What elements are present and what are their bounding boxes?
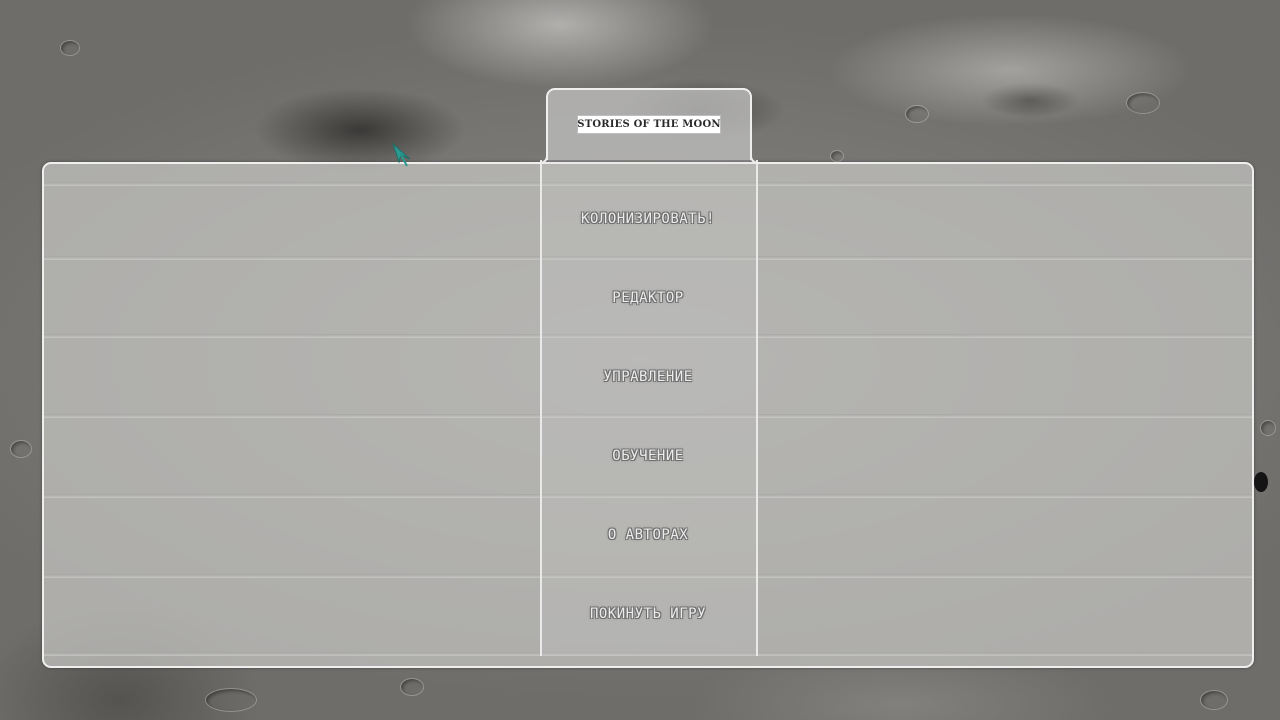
crater: [10, 440, 32, 458]
editor-button[interactable]: РЕДАКТОР: [44, 278, 1252, 318]
authors-button-label: О АВТОРАХ: [607, 527, 689, 543]
crater: [205, 688, 257, 712]
crater: [400, 678, 424, 696]
crater: [1260, 420, 1276, 436]
quit-game-button-label: ПОКИНУТЬ ИГРУ: [589, 606, 707, 622]
crater: [1126, 92, 1160, 114]
authors-button[interactable]: О АВТОРАХ: [44, 515, 1252, 555]
colonize-button[interactable]: КОЛОНИЗИРОВАТЬ!: [44, 199, 1252, 239]
cursor-icon: [391, 142, 411, 167]
dot-marker-icon: [1254, 472, 1268, 492]
crater: [830, 150, 844, 162]
crater: [1200, 690, 1228, 710]
colonize-button-label: КОЛОНИЗИРОВАТЬ!: [581, 211, 715, 227]
controls-button[interactable]: УПРАВЛЕНИЕ: [44, 357, 1252, 397]
editor-button-label: РЕДАКТОР: [612, 290, 684, 306]
tutorial-button[interactable]: ОБУЧЕНИЕ: [44, 436, 1252, 476]
crater: [905, 105, 929, 123]
quit-game-button[interactable]: ПОКИНУТЬ ИГРУ: [44, 594, 1252, 634]
game-logo: STORIES OF THE MOON: [577, 115, 721, 134]
crater: [60, 40, 80, 56]
tutorial-button-label: ОБУЧЕНИЕ: [612, 448, 684, 464]
controls-button-label: УПРАВЛЕНИЕ: [603, 369, 693, 385]
